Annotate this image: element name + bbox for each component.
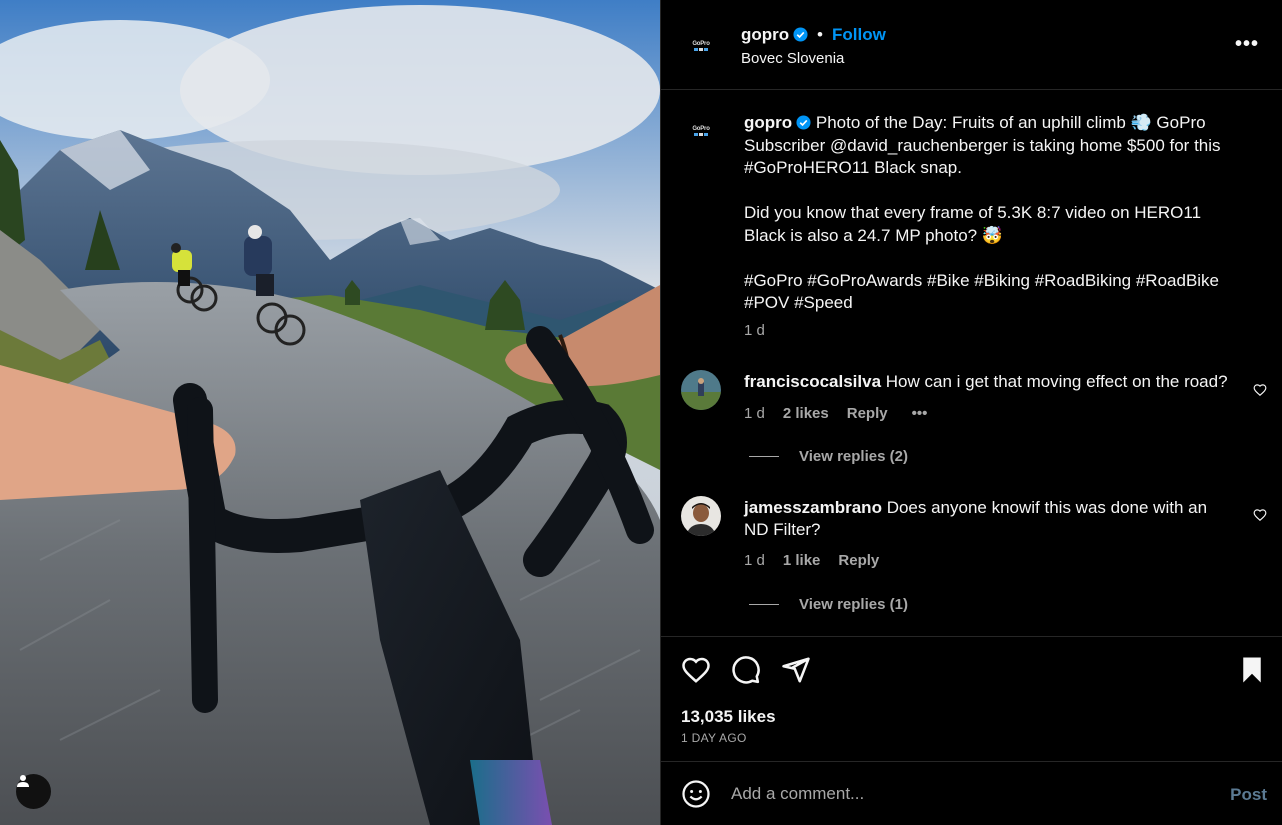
view-replies-label: View replies (1) xyxy=(799,596,908,613)
post-image[interactable] xyxy=(0,0,660,825)
comment-timestamp[interactable]: 1 d xyxy=(744,405,765,422)
view-replies-button[interactable]: View replies (2) xyxy=(749,448,908,465)
gopro-logo: GoPro xyxy=(692,41,710,51)
bookmark-saved-icon[interactable] xyxy=(1237,655,1267,685)
verified-badge-icon xyxy=(793,27,808,42)
post-date[interactable]: 1 DAY AGO xyxy=(681,731,747,745)
commenter-avatar[interactable] xyxy=(681,370,721,410)
comment-bubble-icon[interactable] xyxy=(731,655,761,685)
comment-timestamp[interactable]: 1 d xyxy=(744,552,765,569)
caption-username[interactable]: gopro xyxy=(744,113,792,132)
person-icon xyxy=(17,775,29,787)
like-heart-icon[interactable] xyxy=(681,655,711,685)
avatar-photo xyxy=(681,370,721,410)
post-header: GoPro gopro • Follow Bovec Slovenia ••• xyxy=(661,0,1282,90)
comment-options-icon[interactable]: ••• xyxy=(912,405,928,422)
comment-username[interactable]: jamesszambrano xyxy=(744,498,882,517)
caption-hashtags[interactable]: #POV #Speed xyxy=(744,292,1244,315)
comment-username[interactable]: franciscocalsilva xyxy=(744,372,881,391)
gopro-avatar[interactable]: GoPro xyxy=(681,26,721,66)
avatar-photo xyxy=(681,496,721,536)
caption-hashtags[interactable]: #GoPro #GoProAwards #Bike #Biking #RoadB… xyxy=(744,270,1244,293)
reply-button[interactable]: Reply xyxy=(847,405,888,422)
header-username[interactable]: gopro xyxy=(741,25,808,45)
comment-likes[interactable]: 1 like xyxy=(783,552,821,569)
cyclist-pov-photo xyxy=(0,0,660,825)
follow-button[interactable]: Follow xyxy=(832,25,886,45)
gopro-logo: GoPro xyxy=(692,126,710,136)
post-side-panel: GoPro gopro • Follow Bovec Slovenia ••• … xyxy=(660,0,1282,825)
view-replies-label: View replies (2) xyxy=(799,448,908,465)
comment-meta: 1 d 2 likes Reply ••• xyxy=(744,405,927,422)
location-link[interactable]: Bovec Slovenia xyxy=(741,50,844,67)
divider-line xyxy=(749,604,779,605)
comment-body: ND Filter? xyxy=(744,520,821,539)
likes-count[interactable]: 13,035 likes xyxy=(681,707,776,727)
post-actions: 13,035 likes 1 DAY AGO xyxy=(661,636,1282,761)
verified-badge-icon xyxy=(796,115,811,130)
caption-avatar[interactable]: GoPro xyxy=(681,111,721,151)
caption-line: Subscriber @david_rauchenberger is takin… xyxy=(744,135,1221,155)
tagged-users-button[interactable] xyxy=(16,774,51,809)
view-replies-button[interactable]: View replies (1) xyxy=(749,596,908,613)
caption-timestamp[interactable]: 1 d xyxy=(744,322,765,339)
divider-line xyxy=(749,456,779,457)
comments-list[interactable]: GoPro gopro Photo of the Day: Fruits of … xyxy=(661,91,1282,636)
post-comment-button[interactable]: Post xyxy=(1230,785,1267,805)
caption-text: gopro Photo of the Day: Fruits of an uph… xyxy=(744,112,1244,315)
caption-line: Black is also a 24.7 MP photo? 🤯 xyxy=(744,225,1003,245)
comment-body: How can i get that moving effect on the … xyxy=(885,372,1228,391)
more-options-icon[interactable]: ••• xyxy=(1235,34,1259,54)
caption-line: Did you know that every frame of 5.3K 8:… xyxy=(744,203,1202,222)
caption-line: #GoProHERO11 Black snap. xyxy=(744,158,962,177)
reply-button[interactable]: Reply xyxy=(838,552,879,569)
emoji-smiley-icon[interactable] xyxy=(681,779,711,809)
share-paper-plane-icon[interactable] xyxy=(781,655,811,685)
comment-meta: 1 d 1 like Reply xyxy=(744,552,879,569)
comment-input[interactable] xyxy=(731,778,1191,810)
like-comment-heart-icon[interactable] xyxy=(1253,508,1267,522)
comment-text: jamesszambrano Does anyone knowif this w… xyxy=(744,497,1244,541)
comment-body: Does anyone knowif this was done with an xyxy=(886,498,1208,517)
caption-line: Photo of the Day: Fruits of an uphill cl… xyxy=(815,113,1206,132)
separator-dot: • xyxy=(817,25,823,44)
comment-text: franciscocalsilva How can i get that mov… xyxy=(744,371,1244,393)
like-comment-heart-icon[interactable] xyxy=(1253,383,1267,397)
comment-likes[interactable]: 2 likes xyxy=(783,405,829,422)
commenter-avatar[interactable] xyxy=(681,496,721,536)
add-comment-bar: Post xyxy=(661,761,1282,825)
